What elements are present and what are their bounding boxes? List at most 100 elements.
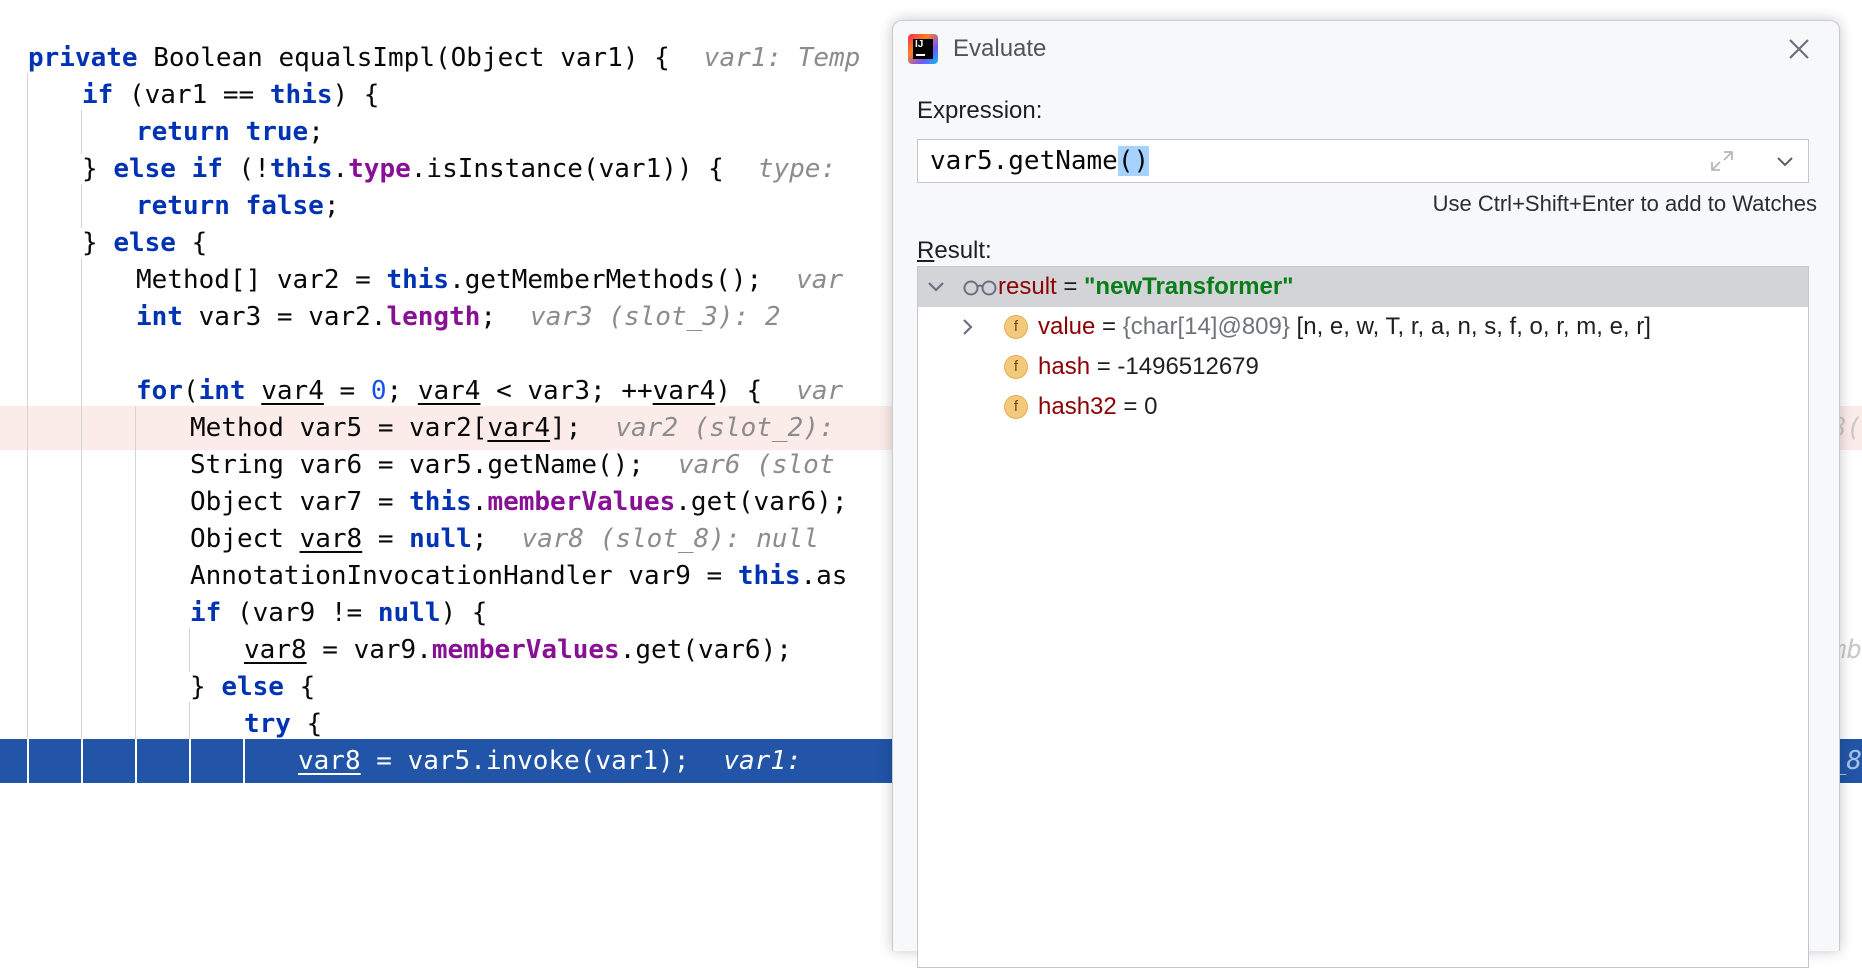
code-token: Object var7 = xyxy=(190,487,410,517)
code-token: var8 xyxy=(244,635,307,665)
expression-input[interactable]: var5.getName() xyxy=(917,139,1809,183)
code-token: return true xyxy=(136,117,309,147)
code-token: ; xyxy=(308,117,324,147)
code-token: if xyxy=(82,80,114,110)
dialog-titlebar[interactable]: IJ Evaluate xyxy=(893,21,1839,77)
code-token: Method var5 = var2[ xyxy=(190,413,488,443)
result-tree[interactable]: result = "newTransformer" f value = {char… xyxy=(917,266,1809,968)
code-token: AnnotationInvocationHandler var9 = xyxy=(190,561,738,591)
code-token: = xyxy=(362,524,410,554)
result-root-row[interactable]: result = "newTransformer" xyxy=(918,267,1808,307)
code-token: this xyxy=(269,154,333,184)
result-field-row[interactable]: f hash = -1496512679 xyxy=(918,347,1808,387)
code-token: .as xyxy=(800,561,848,591)
code-token: else xyxy=(221,672,284,702)
expand-icon[interactable] xyxy=(1708,148,1736,174)
expression-label: Expression: xyxy=(917,97,1043,124)
indent-guide xyxy=(27,739,29,783)
code-token: Method[] var2 = xyxy=(136,265,387,295)
code-token: var4 xyxy=(417,376,481,406)
expression-value: var5.getName xyxy=(930,146,1118,176)
code-token: else if xyxy=(113,154,223,184)
result-field-row[interactable]: f hash32 = 0 xyxy=(918,387,1808,427)
code-token: ; xyxy=(386,376,418,406)
code-token: . xyxy=(471,487,488,517)
code-token: length xyxy=(386,302,481,332)
code-token: this xyxy=(386,265,450,295)
expression-selection: () xyxy=(1117,146,1150,176)
code-token: = var9. xyxy=(306,635,432,665)
result-root-text: result = "newTransformer" xyxy=(998,273,1294,300)
code-token: .getMemberMethods(); xyxy=(449,265,763,295)
result-label-text: esult: xyxy=(934,237,992,264)
inline-debug-value: type: xyxy=(757,154,852,184)
code-token: type xyxy=(348,154,411,184)
code-token: else xyxy=(113,228,176,258)
code-token: 0 xyxy=(370,376,387,406)
code-token: < var3; ++ xyxy=(480,376,653,406)
expression-text[interactable]: var5.getName() xyxy=(930,140,1150,182)
code-token: this xyxy=(409,487,472,517)
code-token: .get(var6); xyxy=(619,635,792,665)
code-token: Object xyxy=(190,524,300,554)
inline-debug-value: var1: Temp xyxy=(703,43,861,73)
result-field-row[interactable]: f value = {char[14]@809} [n, e, w, T, r, … xyxy=(918,307,1808,347)
code-token: var8 xyxy=(298,746,361,776)
code-token: } xyxy=(190,672,222,702)
code-token: ( xyxy=(182,376,199,406)
inline-debug-value: var xyxy=(796,376,844,406)
code-token: (var1 == xyxy=(113,80,270,110)
code-token: var4 xyxy=(652,376,716,406)
code-token: return false xyxy=(136,191,324,221)
inline-debug-value: var1: xyxy=(723,746,818,776)
result-label: Result: xyxy=(917,237,992,265)
code-token: null xyxy=(409,524,472,554)
code-token: { xyxy=(290,709,323,739)
code-token: memberValues xyxy=(487,487,676,517)
chevron-down-icon[interactable] xyxy=(1773,149,1797,173)
indent-guide xyxy=(81,739,83,783)
dialog-title: Evaluate xyxy=(953,35,1047,62)
code-token: } xyxy=(82,154,114,184)
watch-glasses-icon xyxy=(963,280,997,296)
field-icon: f xyxy=(1004,355,1028,379)
inline-debug-value: var2 (slot_2): xyxy=(615,413,835,443)
code-token: var3 = var2. xyxy=(182,302,387,332)
close-icon[interactable] xyxy=(1785,35,1813,63)
intellij-app-icon: IJ xyxy=(908,34,938,64)
inline-debug-value: var6 (slot xyxy=(677,450,835,480)
code-token: if xyxy=(190,598,222,628)
code-token: { xyxy=(283,672,316,702)
code-token: var4 xyxy=(261,376,324,406)
inline-debug-value: var8 (slot_8): null xyxy=(521,524,819,554)
field-text: hash = -1496512679 xyxy=(1038,353,1259,380)
code-token: ) { xyxy=(715,376,763,406)
code-token: this xyxy=(737,561,801,591)
code-token: ; xyxy=(471,524,488,554)
code-token: int xyxy=(198,376,246,406)
code-token: = xyxy=(323,376,371,406)
code-token: } xyxy=(82,228,114,258)
code-token: int xyxy=(136,302,183,332)
code-text[interactable]: var8 = var5.invoke(var1); var1: xyxy=(298,739,817,783)
code-token: ) { xyxy=(332,80,380,110)
code-token: Boolean equalsImpl(Object var1) { xyxy=(137,43,670,73)
code-token: null xyxy=(377,598,441,628)
code-token: var8 xyxy=(299,524,363,554)
field-text: value = {char[14]@809} [n, e, w, T, r, a… xyxy=(1038,313,1651,340)
code-token: ) { xyxy=(440,598,488,628)
code-token: (! xyxy=(222,154,270,184)
code-token: try xyxy=(244,709,291,739)
code-token: var4 xyxy=(487,413,551,443)
code-token: .isInstance(var1)) { xyxy=(410,154,724,184)
indent-guide xyxy=(135,739,137,783)
inline-debug-value: var3 (slot_3): 2 xyxy=(530,302,781,332)
chevron-down-icon[interactable] xyxy=(926,277,946,297)
code-token: this xyxy=(269,80,333,110)
indent-guide xyxy=(243,739,245,783)
chevron-right-icon[interactable] xyxy=(958,317,978,337)
code-token: { xyxy=(175,228,208,258)
indent-guide xyxy=(189,739,191,783)
evaluate-dialog: IJ Evaluate Expression: var5.getName() U… xyxy=(892,20,1840,968)
